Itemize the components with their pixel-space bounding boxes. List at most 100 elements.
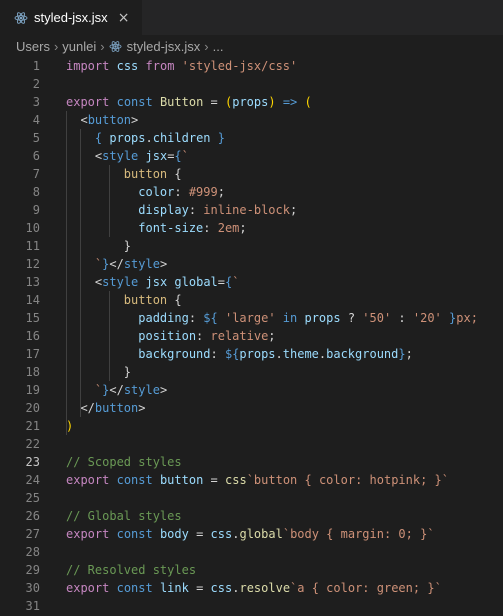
code-text: } [123,239,132,253]
code-line[interactable]: 28 [0,543,503,561]
code-line[interactable]: 29 // Resolved styles [0,561,503,579]
code-line[interactable]: 13 <style jsx global={` [0,273,503,291]
line-number: 3 [32,95,40,109]
code-line[interactable]: 5 { props.children } [0,129,503,147]
code-text: { props.children } [94,131,225,145]
breadcrumb-item-file[interactable]: styled-jsx.jsx [109,39,200,54]
code-line[interactable]: 12 `}</style> [0,255,503,273]
line-number: 13 [25,275,40,289]
code-line[interactable]: 9 display: inline-block; [0,201,503,219]
line-number: 15 [25,311,40,325]
code-line[interactable]: 6 <style jsx={` [0,147,503,165]
code-text: </button> [80,401,146,415]
line-number: 23 [25,455,40,469]
line-number: 11 [25,239,40,253]
chevron-right-icon: › [100,38,105,54]
line-number: 21 [25,419,40,433]
line-number: 27 [25,527,40,541]
code-line[interactable]: 20 </button> [0,399,503,417]
code-line[interactable]: 14 button { [0,291,503,309]
code-line[interactable]: 16 position: relative; [0,327,503,345]
line-number: 20 [25,401,40,415]
code-line[interactable]: 2 [0,75,503,93]
code-line[interactable]: 24 export const button = css`button { col… [0,471,503,489]
code-line[interactable]: 25 [0,489,503,507]
line-number: 5 [32,131,40,145]
code-text: <button> [80,113,139,127]
breadcrumb-item-symbols[interactable]: ... [213,39,224,54]
chevron-right-icon: › [204,38,209,54]
line-number: 14 [25,293,40,307]
line-number: 16 [25,329,40,343]
line-number: 10 [25,221,40,235]
line-number: 9 [32,203,40,217]
line-number: 19 [25,383,40,397]
code-text: } [123,365,132,379]
code-line[interactable]: 23 // Scoped styles [0,453,503,471]
line-number: 6 [32,149,40,163]
code-text: `}</style> [94,383,168,397]
code-text: import css from 'styled-jsx/css' [66,59,298,73]
react-icon [14,11,28,24]
code-text: export const link = css.resolve`a { colo… [66,581,442,595]
code-line[interactable]: 17 background: ${props.theme.background}… [0,345,503,363]
code-text: font-size: 2em; [138,221,247,235]
line-number: 22 [25,437,40,451]
breadcrumb-item-users[interactable]: Users [16,39,50,54]
code-text: // Resolved styles [66,563,197,577]
code-line[interactable]: 22 [0,435,503,453]
line-number: 28 [25,545,40,559]
code-text: export const Button = (props) => ( [66,95,312,109]
line-number: 1 [32,59,40,73]
code-text: export const button = css`button { color… [66,473,449,487]
line-number: 29 [25,563,40,577]
code-line[interactable]: 10 font-size: 2em; [0,219,503,237]
code-text: <style jsx={` [94,149,189,163]
editor-tab[interactable]: styled-jsx.jsx × [0,0,142,35]
code-line[interactable]: 15 padding: ${ 'large' in props ? '50' :… [0,309,503,327]
line-number: 17 [25,347,40,361]
line-number: 8 [32,185,40,199]
line-number: 24 [25,473,40,487]
code-line[interactable]: 4 <button> [0,111,503,129]
tab-title: styled-jsx.jsx [34,10,108,25]
code-line[interactable]: 30 export const link = css.resolve`a { co… [0,579,503,597]
code-text: ) [66,419,74,433]
code-line[interactable]: 18 } [0,363,503,381]
code-text: button { [123,167,182,181]
code-text: position: relative; [138,329,276,343]
code-line[interactable]: 7 button { [0,165,503,183]
code-text: <style jsx global={` [94,275,240,289]
code-line[interactable]: 21) [0,417,503,435]
line-number: 2 [32,77,40,91]
code-editor[interactable]: 1 import css from 'styled-jsx/css' 2 3 expor… [0,57,503,616]
chevron-right-icon: › [53,38,59,54]
line-number: 30 [25,581,40,595]
code-text: display: inline-block; [138,203,298,217]
code-text: button { [123,293,182,307]
code-line[interactable]: 1 import css from 'styled-jsx/css' [0,57,503,75]
code-line[interactable]: 8 color: #999; [0,183,503,201]
close-icon[interactable]: × [118,10,130,26]
code-text: padding: ${ 'large' in props ? '50' : '2… [138,311,478,325]
code-line[interactable]: 11 } [0,237,503,255]
react-icon [109,40,122,52]
line-number: 31 [25,599,40,613]
code-text: background: ${props.theme.background}; [138,347,413,361]
breadcrumb: Users › yunlei › styled-jsx.jsx › ... [0,35,503,57]
line-number: 4 [32,113,40,127]
line-number: 25 [25,491,40,505]
code-text: export const body = css.global`body { ma… [66,527,435,541]
breadcrumb-item-yunlei[interactable]: yunlei [62,39,96,54]
code-line[interactable]: 26 // Global styles [0,507,503,525]
code-text: // Global styles [66,509,182,523]
code-line[interactable]: 3 export const Button = (props) => ( [0,93,503,111]
code-line[interactable]: 31 [0,597,503,615]
code-text: color: #999; [138,185,225,199]
line-number: 18 [25,365,40,379]
line-number: 26 [25,509,40,523]
code-line[interactable]: 27 export const body = css.global`body { … [0,525,503,543]
line-number: 7 [32,167,40,181]
code-line[interactable]: 19 `}</style> [0,381,503,399]
code-text: // Scoped styles [66,455,182,469]
